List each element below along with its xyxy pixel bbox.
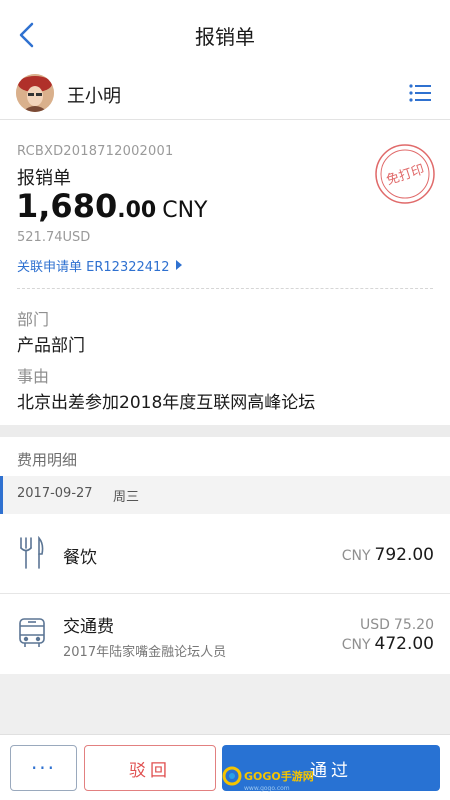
reason-label: 事由: [17, 367, 50, 386]
expense-original-value: 75.20: [393, 617, 434, 633]
expense-original-currency: USD: [359, 617, 390, 633]
user-bar: 王小明: [0, 70, 450, 120]
department-label: 部门: [17, 310, 50, 329]
related-application-link[interactable]: 关联申请单 ER12322412: [17, 256, 182, 275]
watermark-sub: www.gogo.com: [244, 785, 290, 792]
summary-section: RCBXD2018712002001 报销单 1,680.00 CNY 521.7…: [0, 121, 450, 288]
total-amount: 1,680.00 CNY: [16, 187, 207, 225]
action-bar: ··· 驳回 通过 GOGO手游网 www.gogo.com: [0, 734, 450, 800]
expense-amount: CNY 792.00: [342, 545, 434, 565]
info-section: 部门 产品部门 事由 北京出差参加2018年度互联网高峰论坛: [0, 290, 450, 425]
document-number: RCBXD2018712002001: [17, 144, 174, 159]
related-link-number: ER12322412: [86, 260, 170, 275]
expense-date: 2017-09-27: [17, 486, 93, 501]
watermark-logo: GOGO手游网 www.gogo.com: [222, 766, 314, 792]
date-header: 2017-09-27 周三: [0, 476, 450, 514]
expense-name: 餐饮: [63, 548, 97, 568]
amount-currency: CNY: [162, 198, 208, 223]
expense-amount: CNY 472.00: [342, 634, 434, 654]
amount-integer: 1,680: [16, 187, 118, 225]
avatar[interactable]: [16, 74, 54, 112]
dashed-divider: [17, 288, 433, 289]
usd-amount: 521.74USD: [17, 230, 91, 245]
list-menu-icon[interactable]: [409, 82, 431, 104]
caret-right-icon: [175, 260, 182, 270]
fork-knife-icon: [20, 536, 44, 569]
expense-currency: CNY: [341, 637, 371, 653]
expense-details-title: 费用明细: [17, 451, 78, 469]
expense-value: 792.00: [374, 545, 434, 565]
expense-currency: CNY: [341, 548, 371, 564]
empty-area: [0, 674, 450, 734]
bus-icon: [19, 618, 45, 647]
expense-value: 472.00: [374, 634, 434, 654]
no-print-stamp-icon: 免打印: [375, 144, 435, 204]
related-link-label: 关联申请单: [17, 260, 83, 275]
department-value: 产品部门: [17, 336, 85, 356]
more-button[interactable]: ···: [10, 745, 77, 791]
section-gap: [0, 425, 450, 437]
reject-button[interactable]: 驳回: [84, 745, 216, 791]
reason-value: 北京出差参加2018年度互联网高峰论坛: [17, 393, 316, 413]
amount-decimal: .00: [117, 198, 157, 223]
page-title: 报销单: [195, 25, 255, 49]
expense-item[interactable]: 餐饮 CNY 792.00: [0, 514, 450, 594]
expense-description: 2017年陆家嘴金融论坛人员: [63, 645, 227, 660]
watermark-text: GOGO手游网: [244, 769, 314, 783]
expense-weekday: 周三: [113, 490, 140, 505]
expense-name: 交通费: [63, 617, 114, 637]
nav-bar: 报销单: [0, 0, 450, 70]
expense-original-amount: USD 75.20: [360, 614, 434, 633]
expense-item[interactable]: 交通费 2017年陆家嘴金融论坛人员 USD 75.20 CNY 472.00: [0, 594, 450, 674]
stamp-text: 免打印: [385, 162, 427, 188]
user-name: 王小明: [67, 86, 121, 107]
